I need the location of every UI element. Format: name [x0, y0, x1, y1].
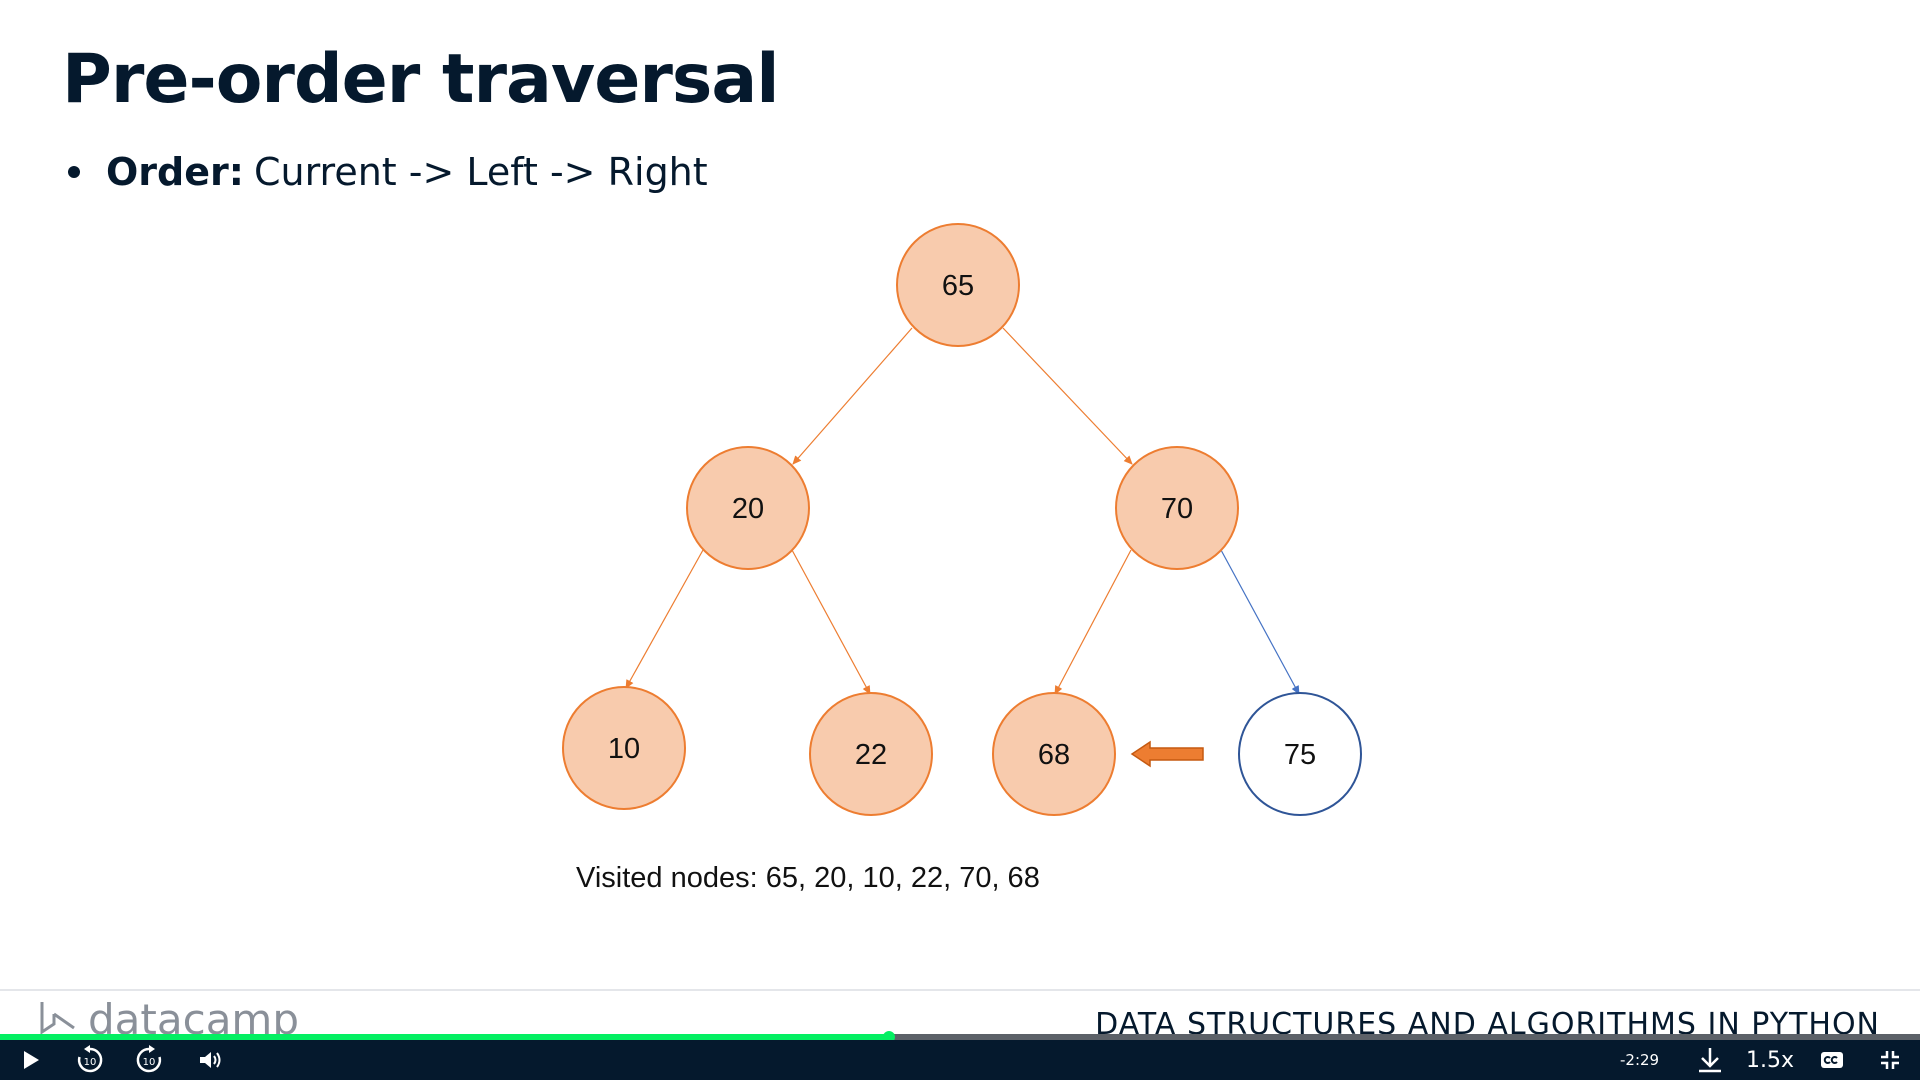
download-button[interactable] [1692, 1040, 1728, 1080]
playback-speed: 1.5x [1746, 1047, 1795, 1073]
footer-divider [0, 989, 1920, 991]
tree-node-70: 70 [1115, 446, 1239, 570]
captions-button[interactable] [1814, 1040, 1850, 1080]
exit-fullscreen-button[interactable] [1872, 1040, 1908, 1080]
node-label: 22 [855, 739, 887, 771]
node-label: 75 [1284, 739, 1316, 771]
tree-node-22: 22 [809, 692, 933, 816]
tree-node-75: 75 [1238, 692, 1362, 816]
datacamp-logo-icon [40, 1002, 75, 1035]
edge-70-68 [1054, 549, 1132, 695]
datacamp-logo: datacamp [38, 995, 300, 1038]
tree-node-10: 10 [562, 686, 686, 810]
exit-fullscreen-icon [1881, 1051, 1899, 1069]
volume-button[interactable] [194, 1040, 228, 1080]
forward-10-button[interactable]: 10 [131, 1040, 167, 1080]
node-label: 68 [1038, 739, 1070, 771]
tree-node-68: 68 [992, 692, 1116, 816]
download-icon [1699, 1048, 1721, 1073]
playback-speed-button[interactable]: 1.5x [1746, 1040, 1794, 1080]
current-position-arrow [1130, 740, 1204, 768]
visited-nodes-text: Visited nodes: 65, 20, 10, 22, 70, 68 [576, 862, 1040, 894]
tree-node-20: 20 [686, 446, 810, 570]
rewind-10-button[interactable]: 10 [72, 1040, 108, 1080]
time-remaining: -2:29 [1620, 1051, 1660, 1069]
slide: Pre-order traversal Order: Current -> Le… [0, 0, 1920, 1037]
edge-20-10 [625, 549, 704, 689]
course-title: DATA STRUCTURES AND ALGORITHMS IN PYTHON [1095, 1007, 1880, 1038]
edge-65-20 [792, 327, 913, 465]
node-label: 20 [732, 493, 764, 525]
play-button[interactable] [14, 1040, 48, 1080]
edge-70-75 [1220, 549, 1300, 695]
play-icon [24, 1051, 39, 1069]
forward-10-icon: 10 [136, 1045, 162, 1073]
forward-seconds: 10 [143, 1057, 156, 1068]
rewind-seconds: 10 [84, 1057, 97, 1068]
volume-icon [200, 1052, 221, 1068]
captions-icon [1821, 1052, 1843, 1068]
rewind-10-icon: 10 [77, 1045, 103, 1073]
node-label: 10 [608, 733, 640, 765]
node-label: 65 [942, 270, 974, 302]
node-label: 70 [1161, 493, 1193, 525]
tree-node-65: 65 [896, 223, 1020, 347]
player-controls: 10 10 -2:29 1.5x [0, 1040, 1920, 1080]
edge-65-70 [1002, 327, 1133, 465]
edge-20-22 [791, 549, 871, 695]
brand-name: datacamp [88, 995, 300, 1038]
